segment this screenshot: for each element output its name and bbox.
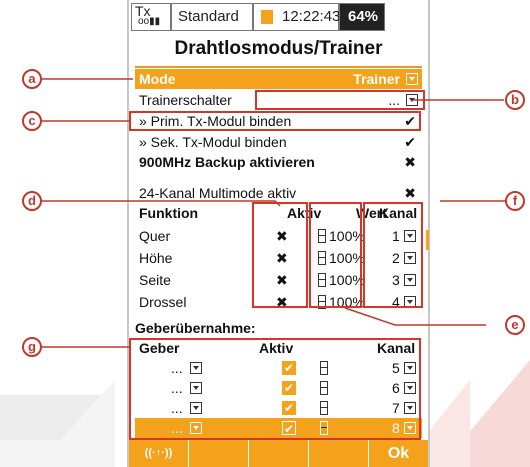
cross-icon[interactable]: ✖ <box>404 152 416 172</box>
wert-column-highlight <box>309 202 362 308</box>
aktiv-column-highlight <box>252 202 308 308</box>
kanal-column-highlight <box>363 202 423 308</box>
callout-e: e <box>505 315 525 335</box>
softkey-3[interactable] <box>249 440 309 467</box>
mode-value: Trainer <box>353 71 400 87</box>
funktion-cell: Quer <box>139 228 171 244</box>
prim-bind-highlight <box>129 111 421 131</box>
check-icon: ✔ <box>404 134 416 150</box>
mode-dropdown-icon[interactable] <box>406 73 418 85</box>
callout-b: b <box>505 90 525 110</box>
wireless-softkey[interactable]: ((·↑·)) <box>129 440 189 467</box>
trainerschalter-label: Trainerschalter <box>139 92 232 108</box>
model-name: Standard <box>171 3 253 31</box>
time-text: 12:22:43 <box>282 8 341 25</box>
funktion-cell: Drossel <box>139 294 187 310</box>
funktion-cell: Seite <box>139 272 171 288</box>
mode-label: Mode <box>139 71 176 87</box>
sek-bind-row[interactable]: » Sek. Tx-Modul binden ✔ <box>135 132 422 152</box>
mode-row[interactable]: Mode Trainer <box>135 69 422 89</box>
model-color-swatch <box>261 10 273 24</box>
battery-indicator: 64% <box>339 3 385 31</box>
title-divider <box>135 66 422 68</box>
softkey-bar: ((·↑·)) Ok <box>129 440 428 467</box>
backup-row[interactable]: 900MHz Backup aktivieren ✖ <box>135 152 422 172</box>
multimode-row[interactable]: 24-Kanal Multimode aktiv ✖ <box>135 183 422 203</box>
multimode-label: 24-Kanal Multimode aktiv <box>139 185 297 201</box>
callout-g: g <box>22 337 42 357</box>
scrollbar[interactable] <box>426 230 429 250</box>
ok-button[interactable]: Ok <box>369 440 428 467</box>
signal-bars-icon: oo▮▮ <box>138 16 161 27</box>
page-title: Drahtlosmodus/Trainer <box>174 38 383 59</box>
funktion-cell: Höhe <box>139 250 173 266</box>
callout-f: f <box>505 191 525 211</box>
cross-icon[interactable]: ✖ <box>404 183 416 203</box>
geber-section-title: Geberübernahme: <box>135 320 256 336</box>
battery-text: 64% <box>348 8 379 25</box>
clock: 12:22:43 <box>253 3 341 31</box>
signal-indicator: Tx oo▮▮ <box>131 3 171 31</box>
header-funktion: Funktion <box>139 205 199 221</box>
callout-d: d <box>22 191 42 211</box>
softkey-4[interactable] <box>309 440 369 467</box>
backup-label: 900MHz Backup aktivieren <box>139 154 315 170</box>
callout-a: a <box>22 69 42 89</box>
status-bar: Tx oo▮▮ Standard 12:22:43 64% <box>129 0 428 36</box>
softkey-2[interactable] <box>189 440 249 467</box>
trainerschalter-highlight <box>255 90 425 110</box>
sek-bind-label: » Sek. Tx-Modul binden <box>139 134 287 150</box>
callout-c: c <box>22 111 42 131</box>
geber-table-highlight <box>129 338 421 440</box>
